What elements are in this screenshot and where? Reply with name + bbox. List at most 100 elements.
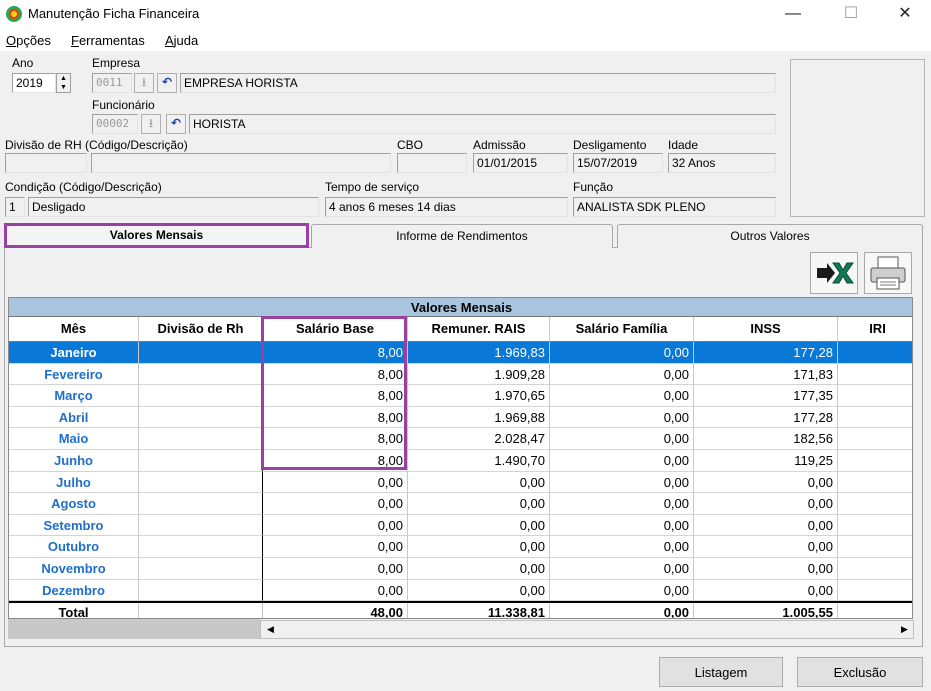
total-separator — [9, 601, 912, 604]
cell-fam: 0,00 — [550, 514, 694, 537]
cell-rais: 0,00 — [408, 514, 550, 537]
empresa-name-field: EMPRESA HORISTA — [180, 73, 776, 93]
col-header-remuner-rais[interactable]: Remuner. RAIS — [408, 317, 550, 342]
cell-inss: 182,56 — [694, 428, 838, 450]
total-row: Total 48,00 11.338,81 0,00 1.005,55 — [9, 602, 912, 618]
cell-mes: Agosto — [9, 493, 139, 515]
table-row[interactable]: Julho 0,00 0,00 0,00 0,00 — [9, 471, 912, 494]
col-header-divisao[interactable]: Divisão de Rh — [139, 317, 263, 342]
cell-mes: Junho — [9, 450, 139, 472]
table-row[interactable]: Fevereiro 8,00 1.909,28 0,00 171,83 — [9, 363, 912, 386]
ano-label: Ano — [12, 56, 34, 70]
table-row[interactable]: Maio 8,00 2.028,47 0,00 182,56 — [9, 428, 912, 450]
valores-grid: Valores Mensais Mês Divisão de Rh Salári… — [8, 297, 913, 619]
table-row[interactable]: Junho 8,00 1.490,70 0,00 119,25 — [9, 450, 912, 472]
funcionario-code-input[interactable]: 00002 — [92, 114, 138, 134]
scroll-right-icon[interactable]: ▶ — [896, 621, 913, 638]
cell-sal: 0,00 — [263, 471, 408, 494]
cell-sal: 8,00 — [263, 385, 408, 407]
tab-outros-valores[interactable]: Outros Valores — [617, 224, 923, 248]
cell-mes: Setembro — [9, 514, 139, 537]
window-title: Manutenção Ficha Financeira — [28, 6, 200, 21]
cell-inss: 119,25 — [694, 450, 838, 472]
table-row[interactable]: Outubro 0,00 0,00 0,00 0,00 — [9, 536, 912, 558]
cell-fam: 0,00 — [550, 342, 694, 364]
col-header-salario-familia[interactable]: Salário Família — [550, 317, 694, 342]
excel-export-icon — [817, 262, 854, 284]
menu-ferramentas[interactable]: Ferramentas — [71, 33, 145, 48]
tab-informe-rendimentos[interactable]: Informe de Rendimentos — [311, 224, 613, 248]
ano-input[interactable]: 2019 — [12, 73, 56, 93]
cell-inss: 0,00 — [694, 536, 838, 558]
table-row[interactable]: Novembro 0,00 0,00 0,00 0,00 — [9, 558, 912, 580]
cell-inss: 0,00 — [694, 558, 838, 580]
table-row[interactable]: Março 8,00 1.970,65 0,00 177,35 — [9, 385, 912, 407]
maximize-button[interactable]: ☐ — [828, 0, 874, 29]
cell-fam: 0,00 — [550, 558, 694, 580]
listagem-button[interactable]: Listagem — [659, 657, 783, 687]
cell-inss: 0,00 — [694, 493, 838, 515]
cell-rais: 1.909,28 — [408, 363, 550, 386]
col-header-irrf[interactable]: IRI — [838, 317, 912, 342]
table-row[interactable]: Janeiro 8,00 1.969,83 0,00 177,28 — [9, 342, 912, 364]
empresa-undo-icon[interactable]: ↶ — [157, 73, 177, 93]
col-header-salario-base[interactable]: Salário Base — [263, 317, 408, 342]
table-row[interactable]: Dezembro 0,00 0,00 0,00 0,00 — [9, 579, 912, 602]
cell-irrf — [838, 450, 912, 472]
cell-mes: Abril — [9, 406, 139, 429]
cell-rais: 1.490,70 — [408, 450, 550, 472]
menu-opcoes[interactable]: Opções — [6, 33, 51, 48]
cell-div — [139, 602, 263, 618]
print-button[interactable] — [864, 252, 912, 294]
cell-inss: 177,28 — [694, 406, 838, 429]
funcao-field: ANALISTA SDK PLENO — [573, 197, 776, 217]
cell-rais: 0,00 — [408, 579, 550, 602]
horizontal-scrollbar[interactable] — [260, 620, 914, 639]
idade-field: 32 Anos — [668, 153, 776, 173]
exclusao-button[interactable]: Exclusão — [797, 657, 923, 687]
minimize-button[interactable]: — — [770, 0, 816, 29]
cell-rais: 1.969,83 — [408, 342, 550, 364]
cell-div — [139, 514, 263, 537]
menu-ajuda[interactable]: Ajuda — [165, 33, 198, 48]
table-row[interactable]: Abril 8,00 1.969,88 0,00 177,28 — [9, 406, 912, 429]
cell-div — [139, 558, 263, 580]
cell-mes: Janeiro — [9, 342, 139, 364]
cell-sal: 0,00 — [263, 579, 408, 602]
table-row[interactable]: Setembro 0,00 0,00 0,00 0,00 — [9, 514, 912, 537]
cell-rais: 0,00 — [408, 558, 550, 580]
table-row[interactable]: Agosto 0,00 0,00 0,00 0,00 — [9, 493, 912, 515]
close-button[interactable]: ✕ — [882, 0, 928, 29]
cell-sal: 0,00 — [263, 493, 408, 515]
cell-fam: 0,00 — [550, 363, 694, 386]
cell-rais: 2.028,47 — [408, 428, 550, 450]
cell-sal: 0,00 — [263, 558, 408, 580]
cell-fam: 0,00 — [550, 428, 694, 450]
app-icon — [6, 6, 22, 22]
cell-rais: 11.338,81 — [408, 602, 550, 618]
scroll-left-icon[interactable]: ◀ — [262, 621, 279, 638]
admissao-label: Admissão — [473, 138, 526, 152]
col-header-mes[interactable]: Mês — [9, 317, 139, 342]
empresa-code-input[interactable]: 0011 — [92, 73, 132, 93]
tab-valores-mensais[interactable]: Valores Mensais — [4, 223, 309, 248]
cell-div — [139, 450, 263, 472]
cell-irrf — [838, 602, 912, 618]
cell-mes: Fevereiro — [9, 363, 139, 386]
ano-spinner[interactable]: ▲ ▼ — [56, 73, 71, 93]
cell-div — [139, 428, 263, 450]
cell-inss: 177,35 — [694, 385, 838, 407]
divisao-code-field — [5, 153, 87, 173]
funcionario-download-icon[interactable]: ⭳ — [141, 114, 161, 134]
funcionario-name-field: HORISTA — [189, 114, 776, 134]
cell-div — [139, 342, 263, 364]
empresa-download-icon[interactable]: ⭳ — [134, 73, 154, 93]
cell-irrf — [838, 580, 912, 602]
cell-fam: 0,00 — [550, 536, 694, 558]
col-header-inss[interactable]: INSS — [694, 317, 838, 342]
cell-irrf — [838, 428, 912, 450]
export-excel-button[interactable] — [810, 252, 858, 294]
funcionario-label: Funcionário — [92, 98, 155, 112]
funcionario-undo-icon[interactable]: ↶ — [166, 114, 186, 134]
divisao-desc-field — [91, 153, 391, 173]
